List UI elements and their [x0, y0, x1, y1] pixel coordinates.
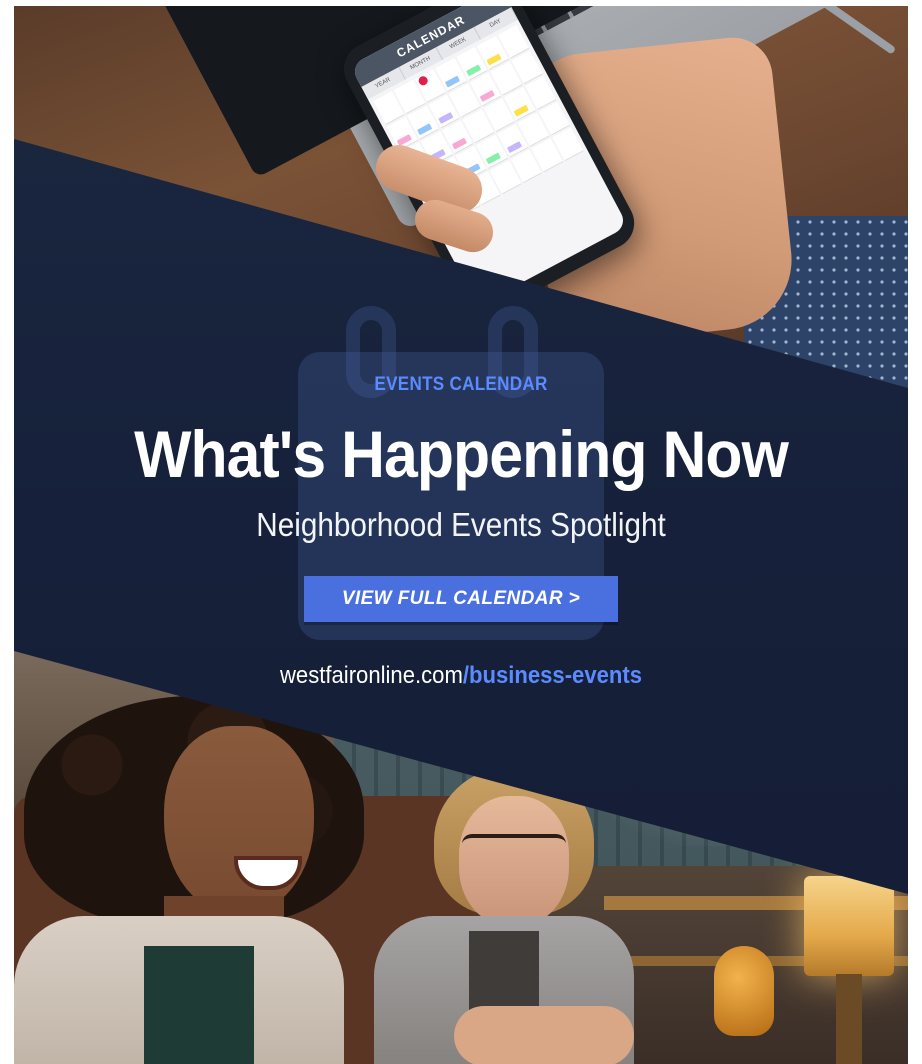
table-lamp	[804, 876, 894, 976]
woman-blonde-face	[459, 796, 569, 926]
url-path: /business-events	[462, 662, 643, 689]
event-tag	[438, 112, 454, 125]
hands	[454, 1006, 634, 1064]
event-tag	[485, 152, 502, 165]
events-calendar-ad: CALENDAR YEAR MONTH WEEK DAY EVENTS CALE…	[0, 0, 922, 1064]
event-tag	[513, 104, 529, 117]
woman-curly-top	[144, 946, 254, 1064]
pen	[801, 6, 897, 55]
url-domain: westfaironline.com	[279, 662, 463, 689]
ad-stage: CALENDAR YEAR MONTH WEEK DAY EVENTS CALE…	[14, 6, 908, 1064]
headline: What's Happening Now	[134, 417, 789, 491]
event-tag	[506, 141, 522, 154]
woman-curly-face	[164, 726, 314, 916]
event-tag	[445, 75, 461, 88]
event-tag	[417, 123, 433, 136]
event-tag	[486, 53, 502, 66]
website-link[interactable]: westfaironline.com/business-events	[50, 662, 872, 690]
lamp-stand	[836, 974, 862, 1064]
section-kicker: EVENTS CALENDAR	[374, 374, 548, 395]
event-tag	[465, 64, 482, 77]
event-tag	[451, 137, 467, 150]
glasses	[462, 834, 566, 860]
event-tag	[479, 90, 495, 103]
today-marker	[416, 74, 430, 87]
subheadline: Neighborhood Events Spotlight	[256, 506, 666, 543]
view-full-calendar-button[interactable]: VIEW FULL CALENDAR >	[304, 576, 618, 622]
amber-vase	[714, 946, 774, 1036]
